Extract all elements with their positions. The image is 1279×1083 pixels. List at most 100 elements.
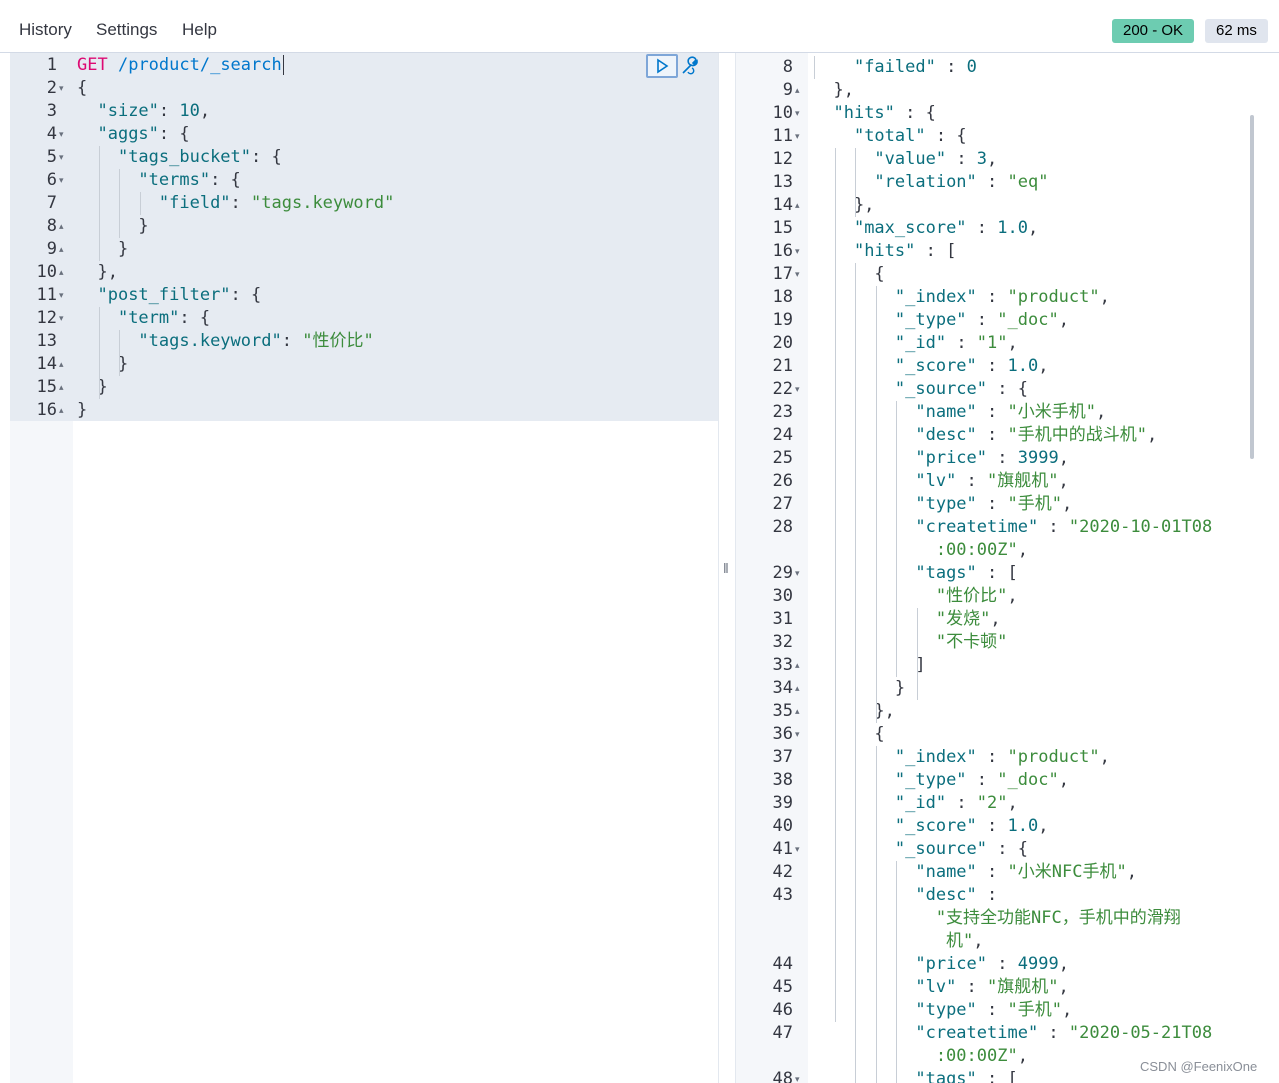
code-line: "_source" : {: [813, 838, 1028, 861]
fold-open-icon[interactable]: ▾: [59, 77, 64, 100]
code-line: "value" : 3,: [813, 148, 997, 171]
code-token: {: [813, 724, 885, 744]
fold-open-icon[interactable]: ▾: [59, 307, 64, 330]
code-token: :: [976, 287, 1008, 307]
line-number: 42: [772, 862, 793, 882]
code-token: }: [77, 400, 88, 420]
line-number: 8: [46, 216, 57, 236]
fold-close-icon[interactable]: ▴: [59, 261, 64, 284]
code-line: "_index" : "product",: [813, 286, 1110, 309]
line-number: 20: [772, 333, 793, 353]
code-token: "tags.keyword": [251, 193, 395, 213]
code-token: "_source": [894, 839, 988, 859]
fold-open-icon[interactable]: ▾: [795, 125, 800, 148]
line-number: 14: [772, 195, 793, 215]
line-number: 21: [772, 356, 793, 376]
fold-close-icon[interactable]: ▴: [795, 700, 800, 723]
fold-open-icon[interactable]: ▾: [795, 102, 800, 125]
code-line: }: [813, 677, 905, 700]
code-line: },: [813, 700, 894, 723]
fold-open-icon[interactable]: ▾: [795, 240, 800, 263]
code-token: "price": [915, 448, 988, 468]
console-menu-bar: History Settings Help 200 - OK 62 ms: [0, 0, 1279, 53]
code-line: }: [77, 353, 128, 376]
fold-close-icon[interactable]: ▴: [795, 194, 800, 217]
code-token: ,: [1058, 310, 1069, 330]
fold-open-icon[interactable]: ▾: [795, 723, 800, 746]
fold-open-icon[interactable]: ▾: [795, 263, 800, 286]
line-number: 14: [36, 354, 57, 374]
code-token: ]: [813, 655, 926, 675]
history-menu[interactable]: History: [19, 20, 72, 40]
response-editor[interactable]: 8 "failed" : 0 9 ▴ }, 10 ▾ "hits" : {11 ▾ "to…: [736, 53, 1279, 1083]
pane-resize-handle[interactable]: ‖: [718, 53, 736, 1083]
help-menu[interactable]: Help: [182, 20, 217, 40]
code-token: :: [976, 494, 1008, 514]
code-line: "发烧",: [813, 608, 1001, 631]
response-scrollbar[interactable]: [1250, 115, 1254, 459]
fold-open-icon[interactable]: ▾: [59, 146, 64, 169]
request-line[interactable]: GET /product/_search: [77, 54, 284, 77]
line-number: 24: [772, 425, 793, 445]
fold-open-icon[interactable]: ▾: [795, 1068, 800, 1083]
fold-open-icon[interactable]: ▾: [59, 284, 64, 307]
code-token: : {: [894, 103, 936, 123]
code-token: 1.0: [1007, 356, 1039, 376]
code-line: "createtime" : "2020-10-01T08: [813, 516, 1212, 539]
indent-guide: [855, 263, 856, 1083]
code-line: },: [813, 194, 874, 217]
code-token: ,: [1017, 1046, 1028, 1066]
code-line: "_type" : "_doc",: [813, 769, 1069, 792]
indent-guide: [916, 608, 918, 700]
code-token: :: [1038, 1023, 1069, 1043]
request-options-button[interactable]: [679, 55, 701, 77]
code-token: "_id": [894, 793, 947, 813]
fold-close-icon[interactable]: ▴: [59, 376, 64, 399]
code-token: : {: [987, 379, 1028, 399]
code-token: 3: [976, 149, 988, 169]
settings-menu[interactable]: Settings: [96, 20, 157, 40]
fold-close-icon[interactable]: ▴: [59, 238, 64, 261]
fold-open-icon[interactable]: ▾: [795, 838, 800, 861]
line-number: 1: [46, 55, 57, 75]
line-number: 2: [46, 78, 57, 98]
line-number: 31: [772, 609, 793, 629]
code-line: :00:00Z",: [813, 539, 1028, 562]
fold-close-icon[interactable]: ▴: [59, 353, 64, 376]
fold-open-icon[interactable]: ▾: [59, 123, 64, 146]
fold-open-icon[interactable]: ▾: [59, 169, 64, 192]
code-line: "tags" : [: [813, 562, 1017, 585]
fold-close-icon[interactable]: ▴: [59, 215, 64, 238]
fold-close-icon[interactable]: ▴: [795, 677, 800, 700]
fold-close-icon[interactable]: ▴: [795, 79, 800, 102]
line-number: 18: [772, 287, 793, 307]
fold-open-icon[interactable]: ▾: [795, 562, 800, 585]
line-number: 36: [772, 724, 793, 744]
run-request-button[interactable]: [646, 54, 678, 78]
fold-close-icon[interactable]: ▴: [59, 399, 64, 422]
code-line: "failed" : 0: [813, 56, 977, 79]
code-token: :: [976, 862, 1008, 882]
code-token: :00:00Z": [813, 1046, 1018, 1066]
code-token: : [: [976, 1069, 1018, 1083]
request-editor[interactable]: 1 2 ▾{3 "size": 10, 4 ▾ "aggs": {5 ▾ "tags_bu…: [10, 53, 718, 1083]
code-line: "name" : "小米NFC手机",: [813, 861, 1137, 884]
line-number: 22: [772, 379, 793, 399]
line-number: 29: [772, 563, 793, 583]
code-token: ,: [1061, 494, 1073, 514]
line-number: 23: [772, 402, 793, 422]
fold-open-icon[interactable]: ▾: [795, 378, 800, 401]
line-number: 12: [772, 149, 793, 169]
fold-close-icon[interactable]: ▴: [795, 654, 800, 677]
